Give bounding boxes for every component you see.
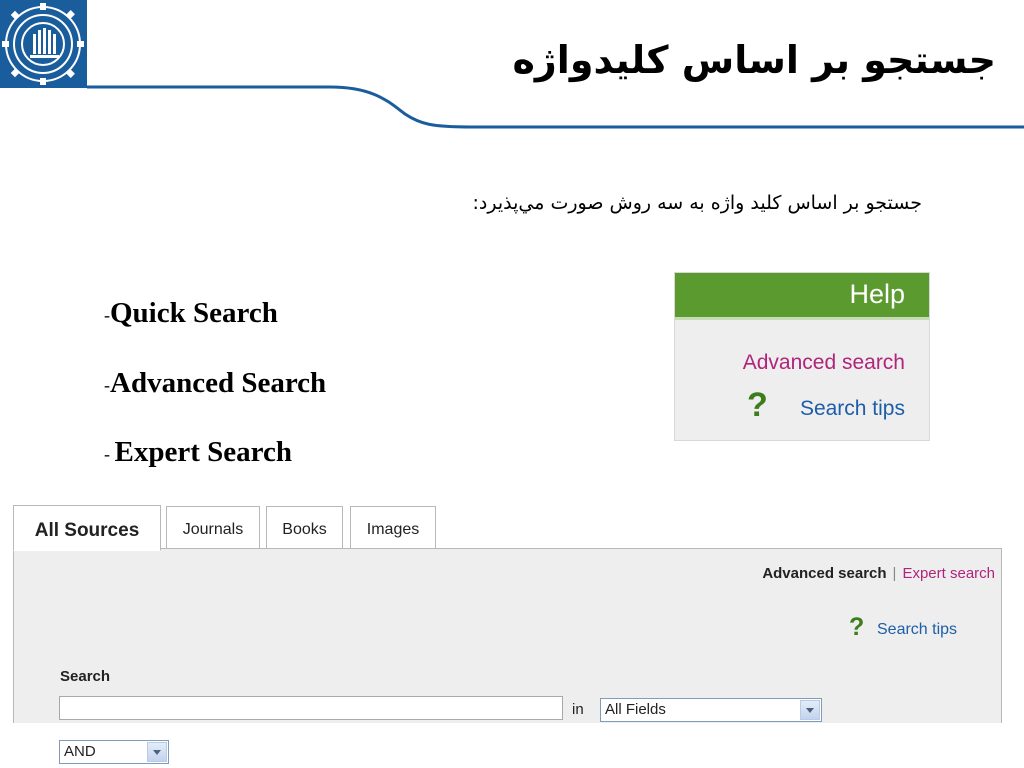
search-label: Search	[60, 668, 111, 685]
tab-journals[interactable]: Journals	[166, 506, 260, 548]
help-advanced-search-link[interactable]: Advanced search	[743, 351, 905, 375]
boolean-operator-select[interactable]: AND	[59, 740, 169, 764]
tab-books[interactable]: Books	[266, 506, 343, 548]
help-box: Help Advanced search ? Search tips	[674, 272, 930, 441]
help-title: Help	[849, 279, 905, 309]
search-tips-link[interactable]: Search tips	[877, 621, 957, 639]
question-mark-icon: ?	[849, 613, 865, 641]
search-type-label: Quick Search	[110, 297, 278, 329]
field-select-value: All Fields	[605, 701, 666, 718]
search-panel: All Sources Journals Books Images Advanc…	[13, 505, 1002, 764]
question-mark-icon: ?	[747, 386, 768, 424]
help-header: Help	[675, 273, 929, 320]
search-mode-links: Advanced search | Expert search	[762, 565, 995, 582]
chevron-down-icon[interactable]	[800, 700, 820, 720]
help-search-tips-link[interactable]: Search tips	[800, 397, 905, 421]
field-select[interactable]: All Fields	[600, 698, 822, 722]
in-label: in	[572, 701, 584, 718]
chevron-down-icon[interactable]	[147, 742, 167, 762]
search-type-label: Expert Search	[114, 436, 292, 468]
advanced-search-link[interactable]: Advanced search	[762, 565, 886, 582]
link-separator: |	[892, 565, 897, 582]
search-type-advanced: -Advanced Search	[104, 367, 326, 400]
search-form: Advanced search | Expert search ? Search t…	[13, 548, 1002, 764]
tab-images[interactable]: Images	[350, 506, 436, 548]
tab-all-sources[interactable]: All Sources	[13, 505, 161, 551]
slide-title: جستجو بر اساس کلیدواژه	[512, 38, 997, 82]
boolean-select-value: AND	[64, 743, 96, 760]
search-type-label: Advanced Search	[110, 367, 327, 399]
slide-subtitle: جستجو بر اساس كليد واژه به سه روش صورت م…	[472, 192, 923, 214]
search-input[interactable]	[59, 696, 563, 720]
expert-search-link[interactable]: Expert search	[902, 565, 995, 582]
list-dash: -	[104, 443, 115, 464]
search-type-quick: -Quick Search	[104, 297, 278, 330]
search-type-expert: - Expert Search	[104, 436, 292, 469]
